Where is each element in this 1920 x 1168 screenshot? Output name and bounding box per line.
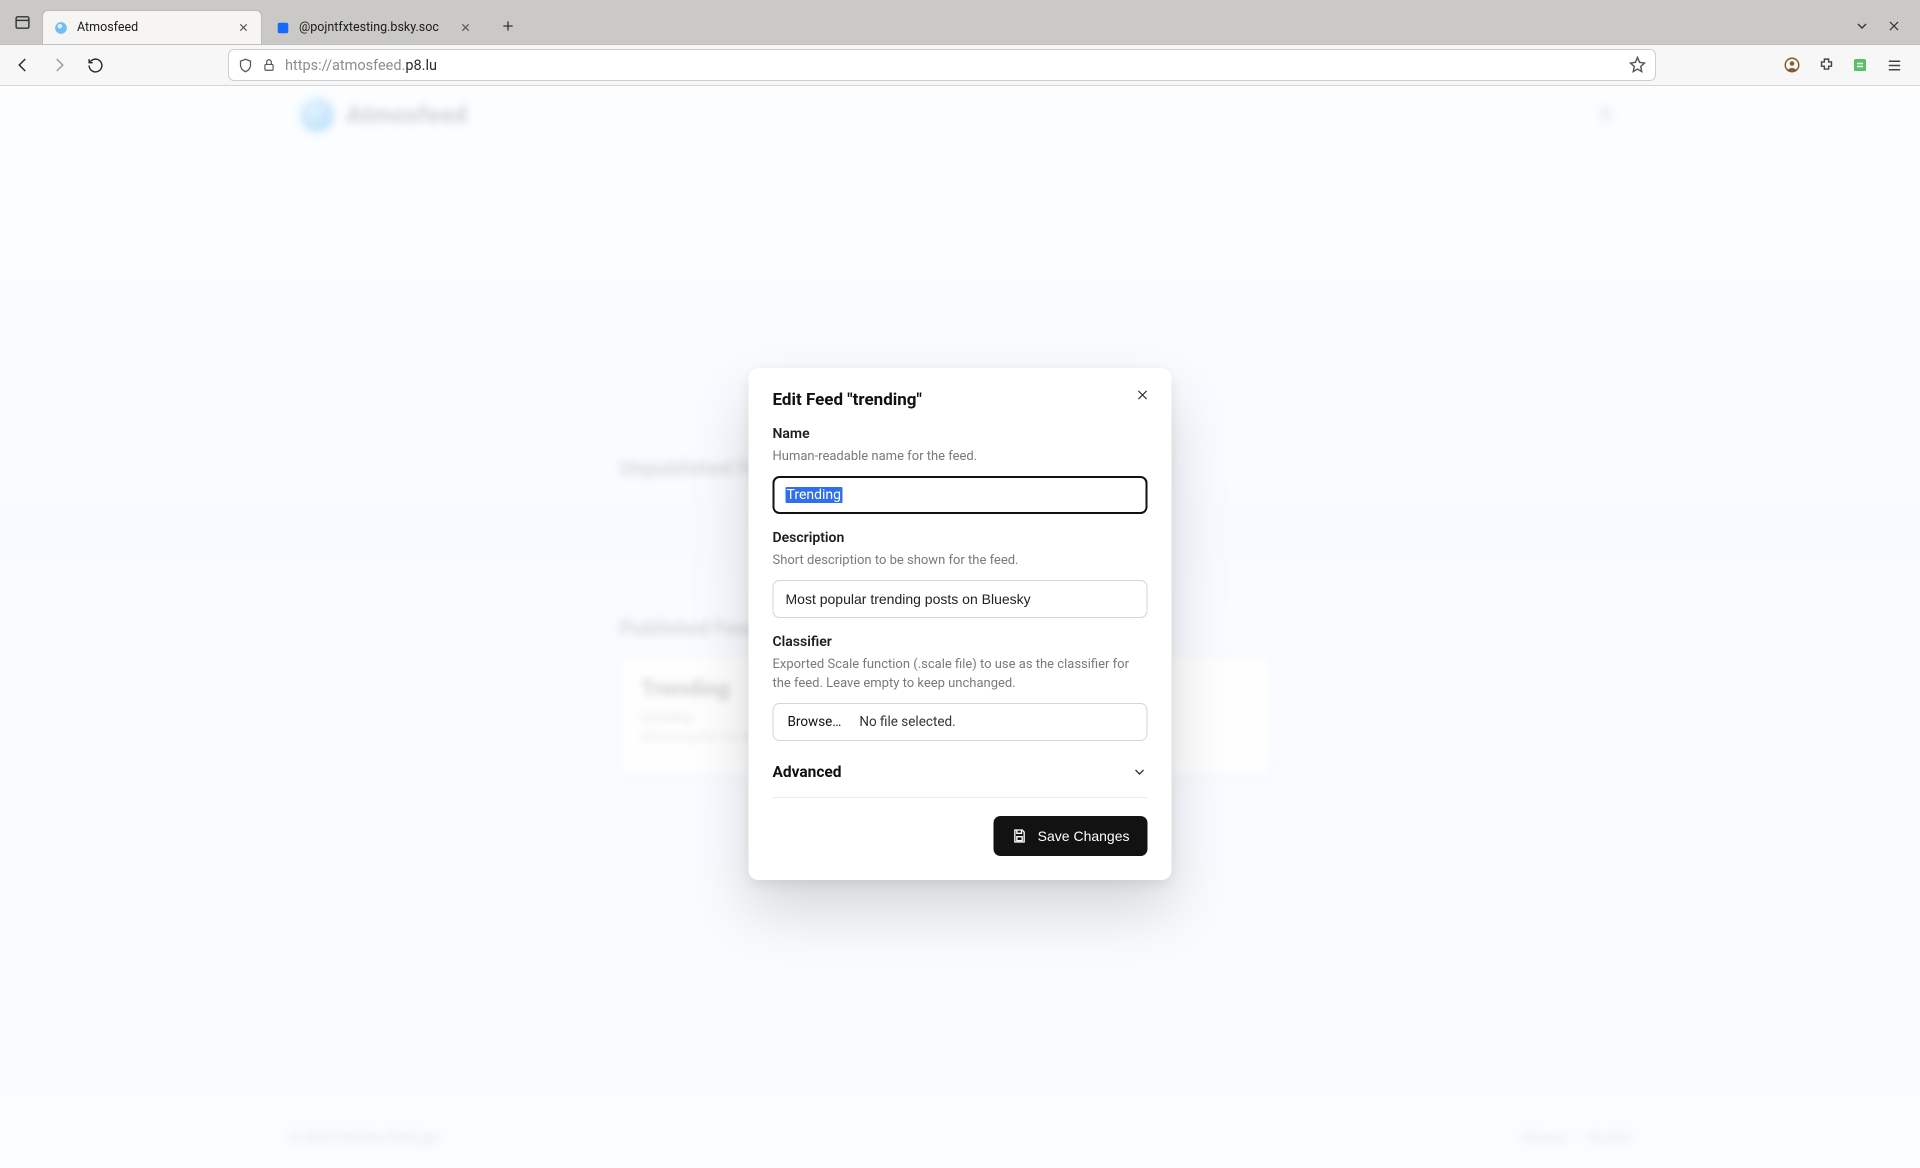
label-classifier: Classifier — [773, 634, 1148, 650]
help-description: Short description to be shown for the fe… — [773, 552, 1148, 570]
tab-inactive[interactable]: @pojntfxtesting.bsky.soc — [264, 10, 484, 44]
browse-button[interactable]: Browse… — [774, 704, 856, 740]
tab-close-icon[interactable] — [457, 20, 473, 36]
profile-icon[interactable] — [1782, 55, 1802, 75]
new-tab-button[interactable] — [492, 10, 524, 42]
hamburger-menu-icon[interactable] — [1884, 55, 1904, 75]
selected-text: Trending — [786, 487, 843, 503]
address-bar-row: https://atmosfeed.p8.lu — [0, 44, 1920, 86]
advanced-toggle[interactable]: Advanced — [773, 763, 1148, 798]
shield-icon[interactable] — [237, 57, 253, 73]
url-text: https://atmosfeed.p8.lu — [285, 57, 1621, 74]
favicon-atmosfeed — [53, 20, 69, 36]
classifier-file-input[interactable]: Browse… No file selected. — [773, 703, 1148, 741]
modal-title: Edit Feed "trending" — [773, 390, 922, 410]
label-description: Description — [773, 530, 1148, 546]
page-viewport: Atmosfeed Unpublished Feeds Published Fe… — [0, 86, 1920, 1168]
tab-title: Atmosfeed — [77, 20, 227, 35]
chevron-down-icon — [1132, 764, 1148, 780]
lock-icon[interactable] — [261, 57, 277, 73]
address-bar[interactable]: https://atmosfeed.p8.lu — [228, 49, 1656, 81]
browser-chrome: Atmosfeed @pojntfxtesting.bsky.soc — [0, 0, 1920, 86]
history-panel-icon[interactable] — [8, 8, 36, 36]
no-file-label: No file selected. — [855, 714, 955, 730]
label-name: Name — [773, 426, 1148, 442]
tab-title: @pojntfxtesting.bsky.soc — [299, 20, 449, 35]
back-button[interactable] — [10, 52, 36, 78]
tab-strip: Atmosfeed @pojntfxtesting.bsky.soc — [0, 0, 1920, 44]
container-badge-icon[interactable] — [1850, 55, 1870, 75]
save-icon — [1012, 828, 1028, 844]
field-classifier: Classifier Exported Scale function (.sca… — [773, 634, 1148, 740]
extensions-icon[interactable] — [1816, 55, 1836, 75]
save-label: Save Changes — [1038, 828, 1130, 844]
field-description: Description Short description to be show… — [773, 530, 1148, 618]
help-name: Human-readable name for the feed. — [773, 448, 1148, 466]
tab-close-icon[interactable] — [235, 20, 251, 36]
forward-button[interactable] — [46, 52, 72, 78]
favicon-bsky — [275, 20, 291, 36]
save-changes-button[interactable]: Save Changes — [994, 816, 1148, 856]
tab-active[interactable]: Atmosfeed — [42, 10, 262, 44]
window-close-icon[interactable] — [1884, 16, 1904, 36]
reload-button[interactable] — [82, 52, 108, 78]
advanced-label: Advanced — [773, 763, 842, 781]
bookmark-star-icon[interactable] — [1629, 56, 1647, 74]
description-input[interactable] — [773, 580, 1148, 618]
tabs-dropdown-icon[interactable] — [1852, 16, 1872, 36]
close-icon[interactable] — [1132, 384, 1154, 406]
field-name: Name Human-readable name for the feed. T… — [773, 426, 1148, 514]
edit-feed-modal: Edit Feed "trending" Name Human-readable… — [749, 368, 1172, 880]
help-classifier: Exported Scale function (.scale file) to… — [773, 656, 1148, 692]
name-input[interactable]: Trending — [773, 476, 1148, 514]
